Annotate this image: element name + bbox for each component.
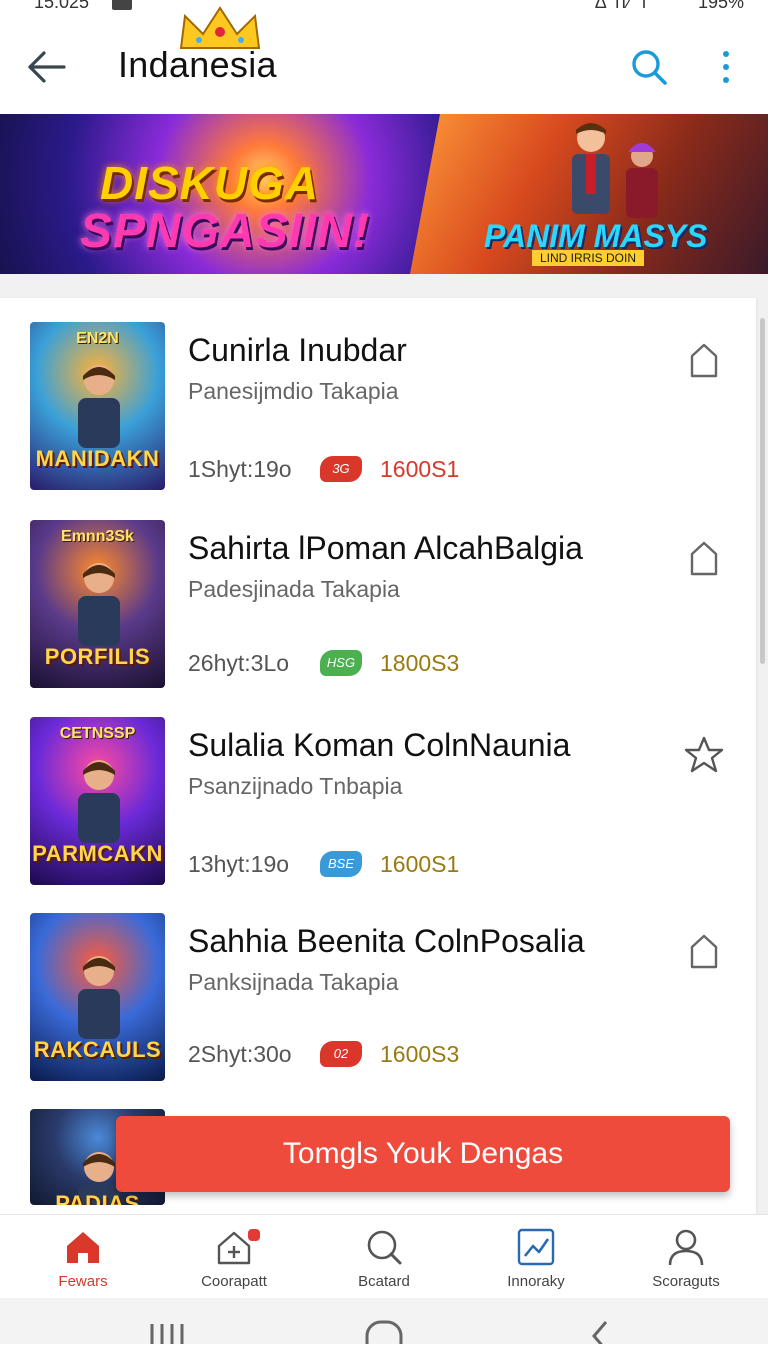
game-size: 2Shyt:30o	[188, 1041, 292, 1067]
game-list-item[interactable]: CETNSSP PARMCAKN Sulalia Koman ColnNaunia P…	[0, 707, 756, 897]
banner-title-line1: DISKUGA	[100, 157, 320, 209]
game-title: Cunirla Inubdar	[188, 332, 407, 368]
thumb-title-text: PADIAS	[55, 1191, 140, 1205]
nav-label: Fewars	[58, 1273, 108, 1290]
app-bar: Indanesia	[0, 14, 768, 114]
battery-level: 195%	[697, 0, 744, 12]
recent-apps-button[interactable]	[148, 1316, 188, 1344]
game-badge: 3G	[320, 456, 362, 482]
back-system-button[interactable]	[584, 1316, 624, 1349]
profile-icon	[668, 1229, 704, 1266]
favorite-button[interactable]	[684, 735, 724, 775]
banner-right-subtitle: LIND IRRIS DOIN	[532, 250, 645, 266]
status-time: 15:025	[34, 0, 90, 12]
nav-label: Coorapatt	[201, 1273, 267, 1290]
bottom-nav: Fewars Coorapatt Bcatard Innoraky Scorag…	[0, 1214, 768, 1299]
banner-title-line2: SPNGASIIN!	[80, 205, 371, 258]
notification-dot	[246, 1227, 262, 1243]
game-thumbnail: RAKCAULS	[30, 913, 165, 1081]
game-title: Sulalia Koman ColnNaunia	[188, 727, 571, 763]
game-thumbnail: EN2N MANIDAKN	[30, 322, 165, 490]
home-icon	[67, 1232, 99, 1263]
home-system-button[interactable]	[364, 1316, 404, 1349]
game-price: 1800S3	[380, 650, 460, 676]
arrow-left-icon	[28, 51, 66, 83]
thumb-top-text: EN2N	[76, 330, 119, 347]
game-list-item[interactable]: Emnn3Sk PORFILIS Sahirta lPoman AlcahBalgi…	[0, 510, 756, 700]
bookmark-icon	[690, 934, 718, 969]
game-subtitle: Padesjinada Takapia	[188, 576, 400, 602]
search-button[interactable]	[626, 44, 672, 90]
banner-hero-figure-2	[626, 143, 658, 218]
more-options-button[interactable]	[710, 44, 742, 90]
home-circle-icon	[365, 1320, 403, 1349]
bookmark-icon	[690, 541, 718, 576]
game-subtitle: Psanzijnado Tnbapia	[188, 773, 403, 799]
back-button[interactable]	[24, 44, 70, 90]
nav-item-search[interactable]: Bcatard	[307, 1215, 461, 1299]
notification-icon	[112, 0, 132, 10]
system-nav-bar	[0, 1298, 768, 1349]
nav-item-profile[interactable]: Scoraguts	[609, 1215, 763, 1299]
game-subtitle: Panksijnada Takapia	[188, 969, 399, 995]
nav-item-create[interactable]: Coorapatt	[157, 1215, 311, 1299]
thumb-character	[78, 760, 120, 843]
game-thumbnail: Emnn3Sk PORFILIS	[30, 520, 165, 688]
status-bar: 15:025 °Δ ıl⁄°l 195%	[0, 0, 768, 14]
thumb-title-text: MANIDAKN	[35, 446, 160, 471]
game-title: Sahirta lPoman AlcahBalgia	[188, 530, 583, 566]
list-scrollbar[interactable]	[760, 318, 765, 664]
chevron-left-icon	[592, 1321, 608, 1349]
game-price: 1600S3	[380, 1041, 460, 1067]
thumb-title-text: PORFILIS	[44, 644, 151, 669]
thumb-character	[78, 365, 120, 448]
bookmark-icon	[690, 343, 718, 378]
game-size: 13hyt:19o	[188, 851, 290, 877]
bookmark-button[interactable]	[684, 340, 724, 380]
game-price: 1600S1	[380, 851, 460, 877]
nav-item-home[interactable]: Fewars	[6, 1215, 160, 1299]
nav-label: Innoraky	[507, 1273, 565, 1290]
page-title: Indanesia	[118, 44, 277, 85]
primary-cta-button[interactable]: Tomgls Youk Dengas	[116, 1116, 730, 1192]
game-badge: HSG	[320, 650, 362, 676]
nav-item-stats[interactable]: Innoraky	[459, 1215, 613, 1299]
search-icon	[632, 50, 667, 85]
search-icon	[367, 1230, 402, 1265]
game-list-item[interactable]: RAKCAULS Sahhia Beenita ColnPosalia Panksi…	[0, 903, 756, 1093]
thumb-character	[78, 563, 120, 646]
game-list-item[interactable]: EN2N MANIDAKN Cunirla Inubdar Panesijmdio T…	[0, 312, 756, 502]
bookmark-button[interactable]	[684, 931, 724, 971]
thumb-top-text: CETNSSP	[59, 725, 136, 742]
game-thumbnail: CETNSSP PARMCAKN	[30, 717, 165, 885]
nav-label: Scoraguts	[652, 1273, 720, 1290]
game-badge: BSE	[320, 851, 362, 877]
game-price: 1600S1	[380, 456, 460, 482]
thumb-title-text: PARMCAKN	[32, 841, 163, 866]
thumb-character	[78, 956, 120, 1039]
thumb-title-text: RAKCAULS	[33, 1037, 162, 1062]
more-vertical-icon	[723, 51, 729, 83]
nav-label: Bcatard	[358, 1273, 410, 1290]
recent-apps-icon	[150, 1324, 184, 1344]
game-size: 26hyt:3Lo	[188, 650, 290, 676]
signal-icon: °Δ ıl⁄°l	[585, 0, 648, 12]
bookmark-button[interactable]	[684, 538, 724, 578]
star-icon	[684, 736, 724, 773]
game-size: 1Shyt:19o	[188, 456, 292, 482]
crown-icon	[179, 6, 261, 49]
game-subtitle: Panesijmdio Takapia	[188, 378, 399, 404]
chart-icon	[517, 1228, 555, 1266]
thumb-top-text: Emnn3Sk	[61, 528, 134, 545]
game-badge: 02	[320, 1041, 362, 1067]
game-title: Sahhia Beenita ColnPosalia	[188, 923, 585, 959]
